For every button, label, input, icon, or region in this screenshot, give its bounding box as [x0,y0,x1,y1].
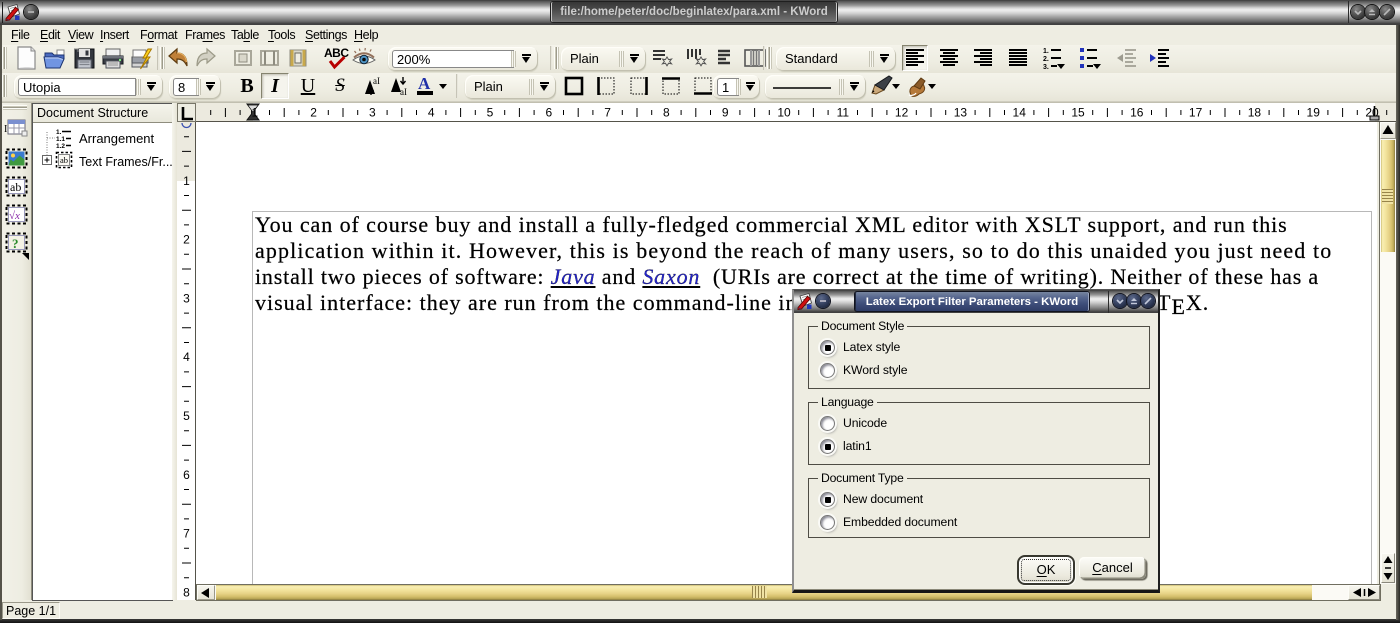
svg-text:1: 1 [251,106,258,120]
svg-text:14: 14 [1013,106,1027,120]
svg-text:5: 5 [183,409,190,423]
svg-text:1.2: 1.2 [56,143,65,150]
svg-text:13: 13 [954,106,968,120]
svg-text:ab: ab [60,155,68,165]
svg-text:16: 16 [1130,106,1144,120]
svg-text:2.: 2. [1043,56,1049,63]
svg-text:√x: √x [9,210,20,222]
svg-text:9: 9 [722,106,729,120]
svg-text:1: 1 [183,174,190,188]
svg-text:6: 6 [545,106,552,120]
svg-text:10: 10 [777,106,791,120]
svg-text:1.: 1. [56,129,62,136]
svg-text:11: 11 [837,106,850,120]
svg-text:17: 17 [1189,106,1203,120]
svg-text:5: 5 [487,106,494,120]
svg-text:aI: aI [400,87,407,97]
svg-text:6: 6 [183,468,190,482]
svg-text:3: 3 [369,106,376,120]
svg-text:aI: aI [373,76,380,86]
svg-text:7: 7 [604,106,611,120]
svg-text:15: 15 [1071,106,1085,120]
svg-text:4: 4 [183,350,190,364]
svg-text:8: 8 [663,106,670,120]
svg-text:18: 18 [1248,106,1262,120]
svg-text:ab: ab [10,180,21,194]
svg-text:7: 7 [183,527,190,541]
svg-text:3: 3 [183,291,190,305]
svg-text:8: 8 [183,585,190,599]
svg-text:3.: 3. [1043,64,1049,70]
svg-text:1.1: 1.1 [56,136,65,143]
svg-text:2: 2 [310,106,317,120]
svg-text:4: 4 [428,106,435,120]
svg-text:A: A [418,74,431,93]
svg-text:2: 2 [183,233,190,247]
svg-text:I: I [4,124,7,135]
svg-text:?: ? [12,236,19,251]
svg-text:20: 20 [1365,106,1379,120]
svg-text:1.: 1. [1043,48,1049,55]
svg-text:19: 19 [1307,106,1321,120]
svg-text:12: 12 [895,106,909,120]
